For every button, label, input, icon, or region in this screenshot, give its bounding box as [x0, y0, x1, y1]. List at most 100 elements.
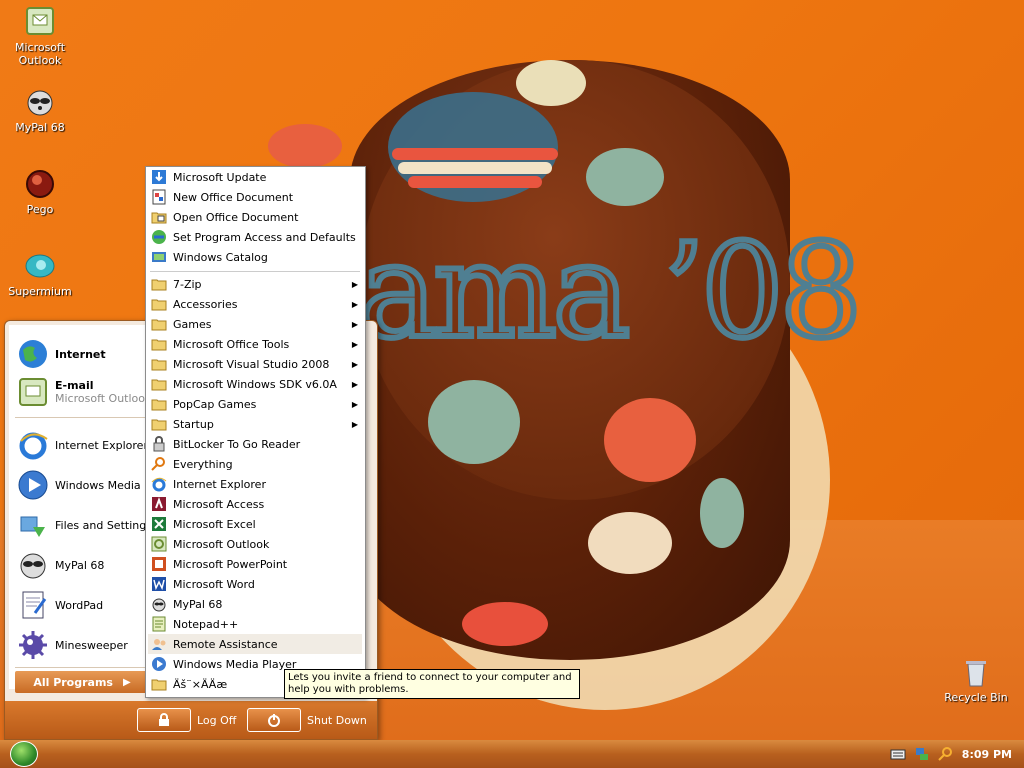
lock-icon	[137, 708, 191, 732]
start-item-label: MyPal 68	[55, 558, 105, 572]
desktop-icon-pego[interactable]: Pego	[2, 168, 78, 216]
arrow-right-icon: ▶	[351, 359, 358, 369]
menu-item[interactable]: MyPal 68	[148, 594, 362, 614]
menu-folder[interactable]: Microsoft Office Tools ▶	[148, 334, 362, 354]
start-item-internet[interactable]: Internet	[17, 337, 106, 371]
menu-item[interactable]: Microsoft Excel	[148, 514, 362, 534]
shut-down-button[interactable]: Shut Down	[247, 708, 367, 732]
wallpaper-dot	[700, 478, 744, 548]
open-doc-icon	[151, 209, 167, 225]
menu-folder[interactable]: Microsoft Windows SDK v6.0A ▶	[148, 374, 362, 394]
separator	[15, 417, 150, 418]
desktop-icon-mypal[interactable]: MyPal 68	[2, 86, 78, 134]
menu-item[interactable]: Microsoft Outlook	[148, 534, 362, 554]
desktop-icon-label: MyPal 68	[15, 121, 65, 134]
new-doc-icon	[151, 189, 167, 205]
start-item-internet-explorer[interactable]: Internet Explorer	[17, 428, 148, 462]
menu-item-label: MyPal 68	[173, 597, 223, 611]
arrow-right-icon: ▶	[351, 399, 358, 409]
start-item-files-settings[interactable]: Files and Settings	[17, 508, 147, 542]
log-off-button[interactable]: Log Off	[137, 708, 236, 732]
start-menu-left-pane: Internet E-mail Microsoft Outlook Interne…	[9, 325, 154, 689]
bitlocker-icon	[151, 436, 167, 452]
desktop-icon-outlook[interactable]: Microsoft Outlook	[2, 6, 78, 67]
desktop-icon-recycle-bin[interactable]: Recycle Bin	[938, 656, 1014, 704]
start-item-wordpad[interactable]: WordPad	[17, 588, 103, 622]
files-settings-icon	[17, 509, 49, 541]
menu-item-label: Everything	[173, 457, 233, 471]
menu-item[interactable]: Notepad++	[148, 614, 362, 634]
desktop-icon-supermium[interactable]: Supermium	[2, 250, 78, 298]
menu-item[interactable]: New Office Document	[148, 187, 362, 207]
folder-icon	[151, 316, 167, 332]
desktop-icon-label: Pego	[26, 203, 54, 216]
menu-item[interactable]: Internet Explorer	[148, 474, 362, 494]
arrow-right-icon: ▶	[351, 299, 358, 309]
menu-item[interactable]: Set Program Access and Defaults	[148, 227, 362, 247]
defaults-icon	[151, 229, 167, 245]
start-item-minesweeper[interactable]: Minesweeper	[17, 628, 128, 662]
pego-icon	[24, 168, 56, 200]
menu-item[interactable]: Remote Assistance	[148, 634, 362, 654]
folder-icon	[151, 376, 167, 392]
folder-icon	[151, 416, 167, 432]
search-icon[interactable]	[938, 746, 954, 762]
folder-icon	[151, 676, 167, 692]
arrow-right-icon: ▶	[122, 676, 131, 688]
arrow-right-icon: ▶	[351, 339, 358, 349]
desktop-icon-label: Recycle Bin	[944, 691, 1008, 704]
start-item-media-player[interactable]: Windows Media Player	[17, 468, 145, 502]
keyboard-icon[interactable]	[890, 746, 906, 762]
menu-item[interactable]: Microsoft PowerPoint	[148, 554, 362, 574]
menu-separator	[150, 271, 360, 272]
all-programs-button[interactable]: All Programs ▶	[15, 671, 149, 693]
search-icon	[151, 456, 167, 472]
desktop-icon-label: Microsoft Outlook	[14, 41, 66, 67]
start-item-label: Files and Settings	[55, 518, 147, 532]
wallpaper-stripe	[392, 148, 558, 160]
ie-icon	[151, 476, 167, 492]
folder-icon	[151, 296, 167, 312]
menu-item[interactable]: Microsoft Word	[148, 574, 362, 594]
start-item-email[interactable]: E-mail Microsoft Outlook	[17, 375, 151, 409]
wallpaper-dot	[604, 398, 696, 482]
wallpaper-dot	[462, 602, 548, 646]
tooltip: Lets you invite a friend to connect to y…	[284, 669, 580, 699]
menu-folder[interactable]: Startup ▶	[148, 414, 362, 434]
folder-icon	[151, 356, 167, 372]
start-button[interactable]	[10, 741, 38, 767]
wordpad-icon	[17, 589, 49, 621]
menu-item-label: Remote Assistance	[173, 637, 278, 651]
arrow-right-icon: ▶	[351, 419, 358, 429]
menu-item[interactable]: Everything	[148, 454, 362, 474]
start-item-subtitle: Microsoft Outlook	[55, 392, 152, 405]
network-icon[interactable]	[914, 746, 930, 762]
menu-item-label: Microsoft Update	[173, 170, 267, 184]
outlook-icon	[24, 6, 56, 38]
system-tray: 8:09 PM	[874, 740, 1024, 768]
menu-item-label: Open Office Document	[173, 210, 299, 224]
access-icon	[151, 496, 167, 512]
menu-folder[interactable]: Games ▶	[148, 314, 362, 334]
menu-item-label: Microsoft Windows SDK v6.0A	[173, 377, 337, 391]
media-player-icon	[17, 469, 49, 501]
menu-folder[interactable]: 7-Zip ▶	[148, 274, 362, 294]
menu-item-label: Windows Catalog	[173, 250, 268, 264]
menu-item[interactable]: Microsoft Update	[148, 167, 362, 187]
menu-folder[interactable]: Accessories ▶	[148, 294, 362, 314]
menu-item-label: Äš¨×ÄÄæ	[173, 677, 228, 691]
menu-item[interactable]: Microsoft Access	[148, 494, 362, 514]
start-item-title: E-mail	[55, 379, 94, 392]
clock[interactable]: 8:09 PM	[962, 748, 1012, 761]
folder-icon	[151, 336, 167, 352]
desktop-icon-label: Supermium	[8, 285, 72, 298]
menu-folder[interactable]: Microsoft Visual Studio 2008 ▶	[148, 354, 362, 374]
menu-item[interactable]: Open Office Document	[148, 207, 362, 227]
arrow-right-icon: ▶	[351, 319, 358, 329]
start-item-title: Internet	[55, 347, 106, 361]
menu-item[interactable]: Windows Catalog	[148, 247, 362, 267]
menu-item[interactable]: BitLocker To Go Reader	[148, 434, 362, 454]
start-item-mypal[interactable]: MyPal 68	[17, 548, 104, 582]
catalog-icon	[151, 249, 167, 265]
menu-folder[interactable]: PopCap Games ▶	[148, 394, 362, 414]
